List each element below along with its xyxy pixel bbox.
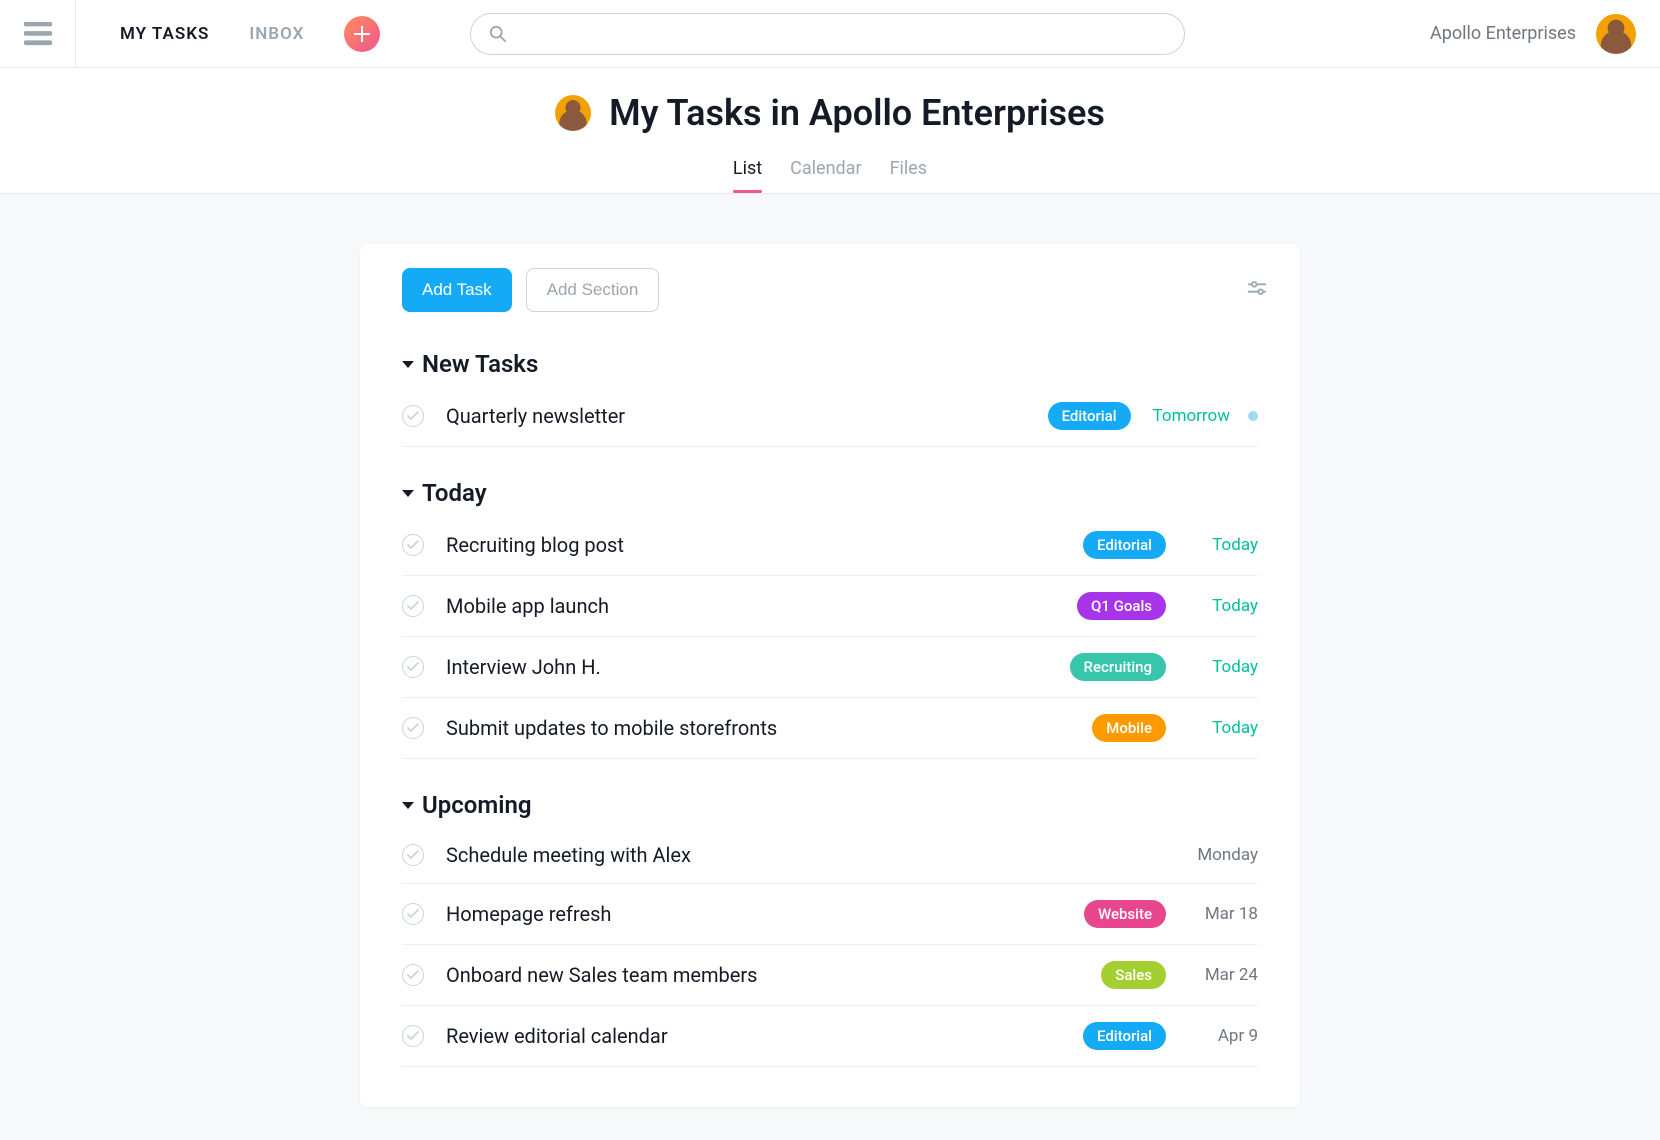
search-input[interactable] [519, 25, 1166, 43]
complete-checkbox[interactable] [402, 717, 424, 739]
section-header[interactable]: Upcoming [402, 791, 1258, 819]
task-tag[interactable]: Sales [1101, 961, 1166, 989]
filter-button[interactable] [1246, 277, 1268, 303]
task-due: Today [1188, 535, 1258, 555]
topbar: MY TASKS INBOX Apollo Enterprises [0, 0, 1660, 68]
check-icon [407, 850, 419, 860]
check-icon [407, 1031, 419, 1041]
caret-down-icon [402, 802, 414, 809]
view-tabs: List Calendar Files [0, 158, 1660, 193]
task-due: Today [1188, 657, 1258, 677]
caret-down-icon [402, 361, 414, 368]
task-tag[interactable]: Website [1084, 900, 1166, 928]
task-tag[interactable]: Editorial [1083, 1022, 1166, 1050]
task-tag[interactable]: Mobile [1092, 714, 1166, 742]
complete-checkbox[interactable] [402, 534, 424, 556]
check-icon [407, 662, 419, 672]
task-row[interactable]: Review editorial calendar Editorial Apr 9 [402, 1006, 1258, 1067]
task-tag[interactable]: Editorial [1048, 402, 1131, 430]
section-title: New Tasks [422, 350, 538, 378]
task-title[interactable]: Schedule meeting with Alex [446, 843, 1166, 867]
section-header[interactable]: New Tasks [402, 350, 1258, 378]
view-tab-list[interactable]: List [733, 158, 762, 193]
section-title: Upcoming [422, 791, 532, 819]
check-icon [407, 723, 419, 733]
task-title[interactable]: Mobile app launch [446, 594, 1067, 618]
search-wrap [470, 13, 1185, 55]
check-icon [407, 411, 419, 421]
task-row[interactable]: Onboard new Sales team members Sales Mar 2… [402, 945, 1258, 1006]
status-dot-icon [1248, 411, 1258, 421]
complete-checkbox[interactable] [402, 964, 424, 986]
task-card: Add Task Add Section New Tasks Quarterly … [360, 244, 1300, 1107]
page-title: My Tasks in Apollo Enterprises [609, 92, 1105, 134]
task-row[interactable]: Quarterly newsletter Editorial Tomorrow [402, 386, 1258, 447]
quick-add-button[interactable] [344, 16, 380, 52]
task-due: Monday [1188, 845, 1258, 865]
section: Upcoming Schedule meeting with Alex Monday… [360, 791, 1300, 1067]
nav-tabs: MY TASKS INBOX [76, 24, 304, 44]
section-header[interactable]: Today [402, 479, 1258, 507]
task-title[interactable]: Quarterly newsletter [446, 404, 1038, 428]
view-tab-files[interactable]: Files [890, 158, 928, 193]
view-tab-calendar[interactable]: Calendar [790, 158, 861, 193]
check-icon [407, 540, 419, 550]
card-toolbar: Add Task Add Section [360, 268, 1300, 332]
task-title[interactable]: Onboard new Sales team members [446, 963, 1091, 987]
task-title[interactable]: Interview John H. [446, 655, 1060, 679]
task-row[interactable]: Interview John H. Recruiting Today [402, 637, 1258, 698]
search-field[interactable] [470, 13, 1185, 55]
task-row[interactable]: Recruiting blog post Editorial Today [402, 515, 1258, 576]
task-title[interactable]: Recruiting blog post [446, 533, 1073, 557]
complete-checkbox[interactable] [402, 844, 424, 866]
task-tag[interactable]: Recruiting [1070, 653, 1166, 681]
task-due: Mar 18 [1188, 904, 1258, 924]
task-title[interactable]: Submit updates to mobile storefronts [446, 716, 1082, 740]
task-due: Today [1188, 596, 1258, 616]
sliders-icon [1246, 277, 1268, 299]
complete-checkbox[interactable] [402, 405, 424, 427]
page-avatar [555, 95, 591, 131]
workspace-name[interactable]: Apollo Enterprises [1430, 23, 1576, 44]
section-title: Today [422, 479, 487, 507]
task-due: Today [1188, 718, 1258, 738]
task-due: Apr 9 [1188, 1026, 1258, 1046]
add-task-button[interactable]: Add Task [402, 268, 512, 312]
page-header: My Tasks in Apollo Enterprises List Cale… [0, 68, 1660, 194]
task-due: Mar 24 [1188, 965, 1258, 985]
complete-checkbox[interactable] [402, 1025, 424, 1047]
nav-inbox[interactable]: INBOX [249, 24, 304, 44]
complete-checkbox[interactable] [402, 656, 424, 678]
task-title[interactable]: Homepage refresh [446, 902, 1074, 926]
hamburger-icon [24, 22, 52, 46]
complete-checkbox[interactable] [402, 595, 424, 617]
plus-icon [354, 26, 370, 42]
task-row[interactable]: Submit updates to mobile storefronts Mobi… [402, 698, 1258, 759]
task-row[interactable]: Homepage refresh Website Mar 18 [402, 884, 1258, 945]
check-icon [407, 970, 419, 980]
complete-checkbox[interactable] [402, 903, 424, 925]
task-tag[interactable]: Editorial [1083, 531, 1166, 559]
caret-down-icon [402, 490, 414, 497]
task-title[interactable]: Review editorial calendar [446, 1024, 1073, 1048]
task-tag[interactable]: Q1 Goals [1077, 592, 1166, 620]
menu-toggle[interactable] [0, 0, 76, 68]
task-row[interactable]: Mobile app launch Q1 Goals Today [402, 576, 1258, 637]
nav-my-tasks[interactable]: MY TASKS [120, 24, 209, 44]
add-section-button[interactable]: Add Section [526, 268, 660, 312]
check-icon [407, 601, 419, 611]
task-row[interactable]: Schedule meeting with Alex Monday [402, 827, 1258, 884]
section: New Tasks Quarterly newsletter Editorial To… [360, 350, 1300, 447]
search-icon [489, 25, 507, 43]
task-due: Tomorrow [1153, 406, 1230, 426]
check-icon [407, 909, 419, 919]
section: TodayRecruiting blog postEditorialTodayM… [360, 479, 1300, 759]
user-avatar[interactable] [1596, 14, 1636, 54]
